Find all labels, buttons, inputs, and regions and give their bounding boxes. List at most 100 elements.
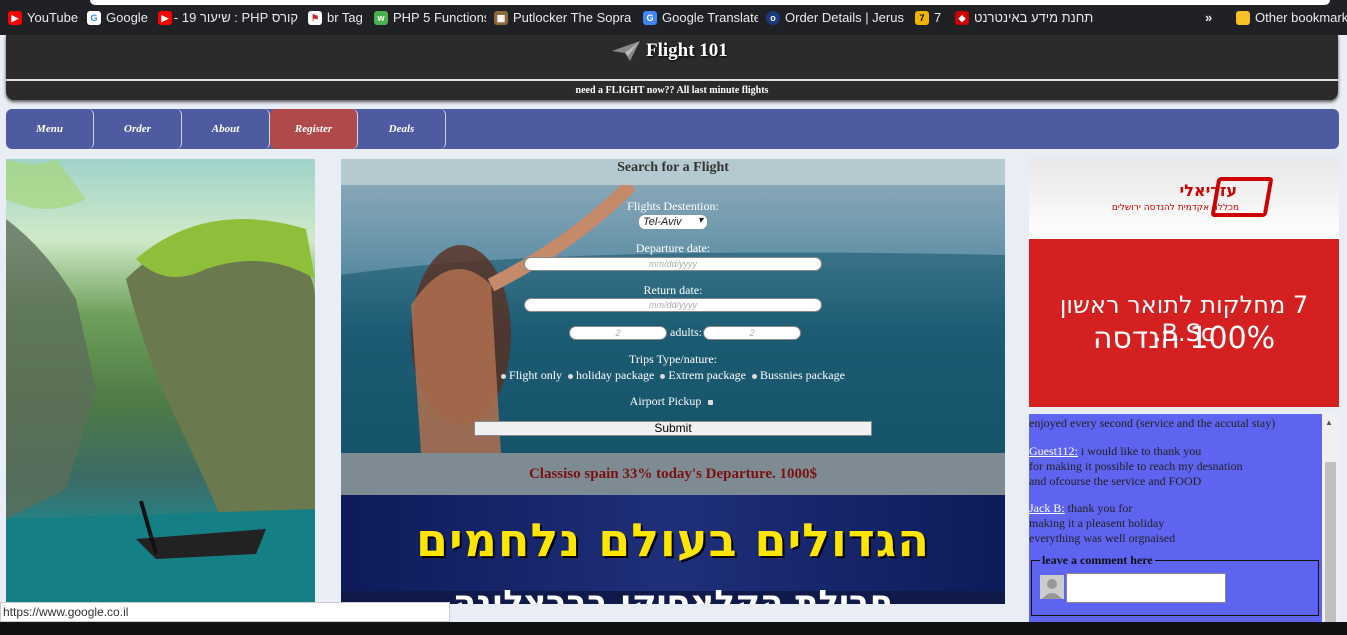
main-nav: Menu Order About Register Deals bbox=[6, 109, 1339, 149]
comment-text: i would like to thank you bbox=[1080, 444, 1202, 458]
kids-input[interactable]: 2 bbox=[569, 326, 667, 340]
azrieli-college-ad[interactable]: עזריאלי מכללה אקדמית להנדסה ירושלים 7 מח… bbox=[1029, 159, 1339, 407]
bookmark-putlocker[interactable]: ▦ Putlocker The Soprano bbox=[494, 10, 632, 26]
trip-option-label: Flight only bbox=[509, 368, 563, 382]
otb-icon: o bbox=[766, 11, 780, 25]
return-date-input[interactable]: mm/dd/yyyy bbox=[524, 298, 822, 312]
bookmark-label: Order Details | Jerusal bbox=[785, 10, 904, 25]
comment-text: for making it possible to reach my desna… bbox=[1029, 459, 1243, 473]
bookmark-label: br Tag bbox=[327, 10, 363, 25]
comments-scrollbar[interactable]: ▲ bbox=[1322, 414, 1339, 623]
nav-menu[interactable]: Menu bbox=[6, 109, 94, 149]
bookmark-label: קורס PHP : שיעור 19 - bbox=[173, 10, 298, 25]
folder-icon bbox=[1236, 11, 1250, 25]
bookmark-google[interactable]: G Google bbox=[87, 10, 151, 26]
bookmark-seven[interactable]: 77 bbox=[915, 10, 945, 26]
submit-button[interactable]: Submit bbox=[474, 421, 872, 436]
bookmark-label: PHP 5 Functions bbox=[393, 10, 486, 25]
bookmark-youtube[interactable]: ▶ YouTube bbox=[8, 10, 78, 26]
search-title: Search for a Flight bbox=[341, 159, 1005, 185]
comment-item: enjoyed every second (service and the ac… bbox=[1029, 416, 1322, 431]
banner-subline: חבילת הקלאסיקו בברצלונה bbox=[452, 583, 894, 604]
site-logo[interactable]: Flight 101 bbox=[612, 40, 728, 62]
trip-type-options: Flight only holiday package Extrem packa… bbox=[341, 368, 1005, 383]
trips-type-label: Trips Type/nature: bbox=[628, 352, 718, 366]
bookmark-label: YouTube bbox=[27, 10, 78, 25]
site-title: Flight 101 bbox=[646, 40, 728, 61]
barcelona-classico-banner[interactable]: הגדולים בעולם נלחמים חבילת הקלאסיקו בברצ… bbox=[341, 495, 1005, 604]
bookmark-google-translate[interactable]: G Google Translate bbox=[643, 10, 758, 26]
comment-text: thank you for bbox=[1067, 501, 1133, 515]
island-illustration bbox=[6, 159, 315, 604]
bookmark-other-bookmarks[interactable]: Other bookmarks bbox=[1236, 10, 1347, 26]
ad-college-subtitle: מכללה אקדמית להנדסה ירושלים bbox=[1111, 203, 1239, 213]
destination-select[interactable]: Tel-Aviv bbox=[639, 214, 707, 229]
ad-line-2: 100% הנדסה bbox=[1092, 321, 1276, 356]
comment-item: Guest112: i would like to thank you for m… bbox=[1029, 444, 1322, 489]
bookmark-php5-functions[interactable]: w PHP 5 Functions bbox=[374, 10, 486, 26]
trip-option-flight-only[interactable]: Flight only bbox=[501, 368, 562, 383]
airport-pickup-label: Airport Pickup bbox=[629, 394, 702, 408]
airport-pickup-checkbox[interactable] bbox=[708, 399, 714, 405]
comment-text: everything was well orgnaised bbox=[1029, 531, 1176, 545]
kids-label: kids: bbox=[203, 325, 623, 340]
ad-college-name: עזריאלי bbox=[1179, 181, 1237, 200]
comment-text: enjoyed every second (service and the ac… bbox=[1029, 416, 1276, 430]
comment-author-link[interactable]: Guest112: bbox=[1029, 444, 1078, 458]
trip-option-holiday[interactable]: holiday package bbox=[568, 368, 654, 383]
radio-button-icon bbox=[751, 373, 757, 379]
bookmark-order-details[interactable]: o Order Details | Jerusal bbox=[766, 10, 904, 26]
adults-input[interactable]: 2 bbox=[703, 326, 801, 340]
banner-headline: הגדולים בעולם נלחמים bbox=[416, 513, 930, 567]
scrollbar-thumb[interactable] bbox=[1325, 462, 1336, 622]
header-divider bbox=[6, 79, 1338, 81]
departure-date-input[interactable]: mm/dd/yyyy bbox=[524, 257, 822, 271]
bookmark-br-tag[interactable]: ⚑ br Tag bbox=[308, 10, 368, 26]
w3-icon: ⚑ bbox=[308, 11, 322, 25]
comment-item: Jack B: thank you for making it a pleasen… bbox=[1029, 501, 1322, 546]
bookmark-label: תחנת מידע באינטרנט bbox=[974, 10, 1094, 25]
scroll-up-icon[interactable]: ▲ bbox=[1325, 418, 1333, 427]
trip-option-label: holiday package bbox=[576, 368, 655, 382]
bookmark-bank[interactable]: ◆ תחנת מידע באינטרנט bbox=[955, 10, 1095, 26]
deal-of-the-day[interactable]: Classiso spain 33% today's Departure. 10… bbox=[341, 453, 1005, 495]
google-icon: G bbox=[87, 11, 101, 25]
w3schools-icon: w bbox=[374, 11, 388, 25]
comment-text: making it a pleasent holiday bbox=[1029, 516, 1165, 530]
airport-pickup-row: Airport Pickup bbox=[341, 394, 1005, 409]
destination-label: Flights Destention: bbox=[627, 199, 719, 213]
leave-comment-legend: leave a comment here bbox=[1040, 553, 1155, 568]
comment-textarea[interactable] bbox=[1066, 573, 1226, 603]
site-tagline: need a FLIGHT now?? All last minute flig… bbox=[575, 85, 769, 96]
return-label: Return date: bbox=[643, 283, 703, 297]
taskbar-edge bbox=[0, 622, 1347, 635]
radio-button-icon bbox=[568, 373, 574, 379]
leave-comment-form: leave a comment here bbox=[1031, 553, 1319, 616]
trip-option-label: Bussnies package bbox=[759, 368, 845, 382]
bookmark-label: 7 bbox=[934, 10, 942, 25]
address-bar-edge[interactable] bbox=[90, 0, 1330, 5]
radio-button-icon bbox=[660, 373, 666, 379]
seven-icon: 7 bbox=[915, 11, 929, 25]
bookmark-label: Google bbox=[106, 10, 148, 25]
overflow-chevron-icon: » bbox=[1205, 10, 1213, 25]
comments-box[interactable]: enjoyed every second (service and the ac… bbox=[1029, 414, 1339, 623]
radio-button-icon bbox=[501, 373, 507, 379]
trip-option-bussnies[interactable]: Bussnies package bbox=[751, 368, 845, 383]
bank-icon: ◆ bbox=[955, 11, 969, 25]
film-icon: ▦ bbox=[494, 11, 508, 25]
bookmark-label: Google Translate bbox=[662, 10, 758, 25]
nav-deals[interactable]: Deals bbox=[358, 109, 446, 149]
nav-order[interactable]: Order bbox=[94, 109, 182, 149]
bookmarks-overflow-button[interactable]: » bbox=[1205, 10, 1219, 26]
bookmark-label: Other bookmarks bbox=[1255, 10, 1347, 25]
youtube-icon: ▶ bbox=[158, 11, 172, 25]
bookmark-label: Putlocker The Soprano bbox=[513, 10, 632, 25]
comment-author-link[interactable]: Jack B: bbox=[1029, 501, 1065, 515]
trip-option-label: Extrem package bbox=[668, 368, 746, 382]
bookmark-php-course[interactable]: קורס PHP : שיעור 19 - bbox=[158, 10, 298, 26]
comment-text: and ofcourse the service and FOOD bbox=[1029, 474, 1202, 488]
nav-register[interactable]: Register bbox=[270, 109, 358, 149]
trip-option-extrem[interactable]: Extrem package bbox=[660, 368, 746, 383]
nav-about[interactable]: About bbox=[182, 109, 270, 149]
